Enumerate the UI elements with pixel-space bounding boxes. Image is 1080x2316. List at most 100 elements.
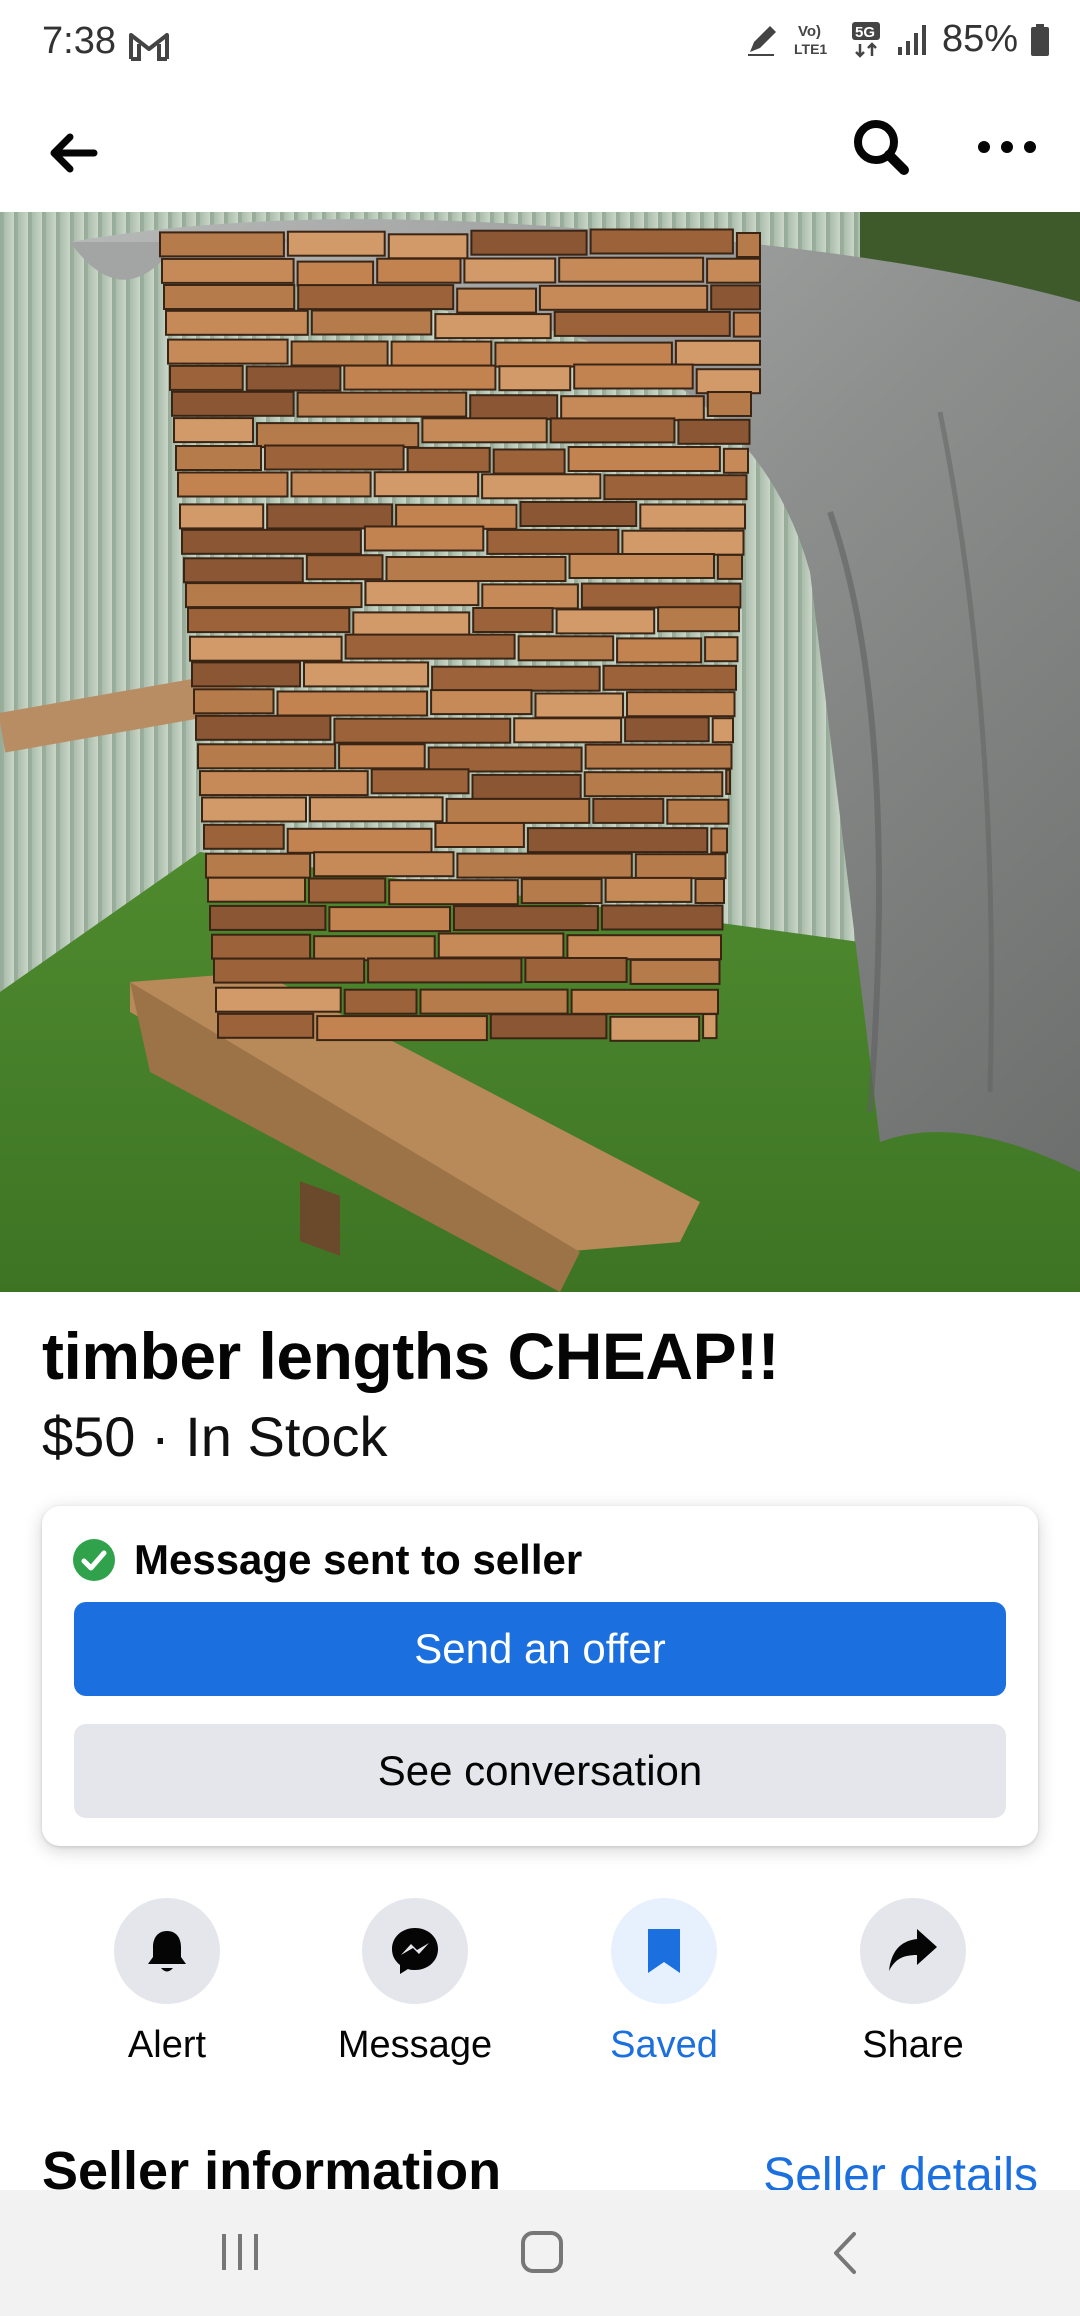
timber-board <box>195 714 332 741</box>
timber-board <box>560 395 705 422</box>
timber-board <box>209 904 327 931</box>
timber-board <box>181 528 362 555</box>
alert-action[interactable]: Alert <box>57 1898 277 2067</box>
timber-board <box>363 525 485 552</box>
alert-button[interactable] <box>114 1898 220 2004</box>
timber-board <box>558 256 705 283</box>
timber-board <box>177 471 289 498</box>
timber-board <box>725 768 732 795</box>
timber-board <box>169 364 244 391</box>
timber-board <box>215 986 342 1013</box>
timber-board <box>471 773 582 800</box>
timber-board <box>193 688 275 715</box>
timber-board <box>694 878 725 904</box>
timber-board <box>427 746 583 773</box>
timber-board <box>373 471 480 498</box>
timber-board <box>165 309 309 336</box>
share-action[interactable]: Share <box>803 1898 1023 2067</box>
timber-board <box>626 691 736 718</box>
timber-board <box>456 852 633 879</box>
home-icon[interactable] <box>520 2230 564 2274</box>
timber-board <box>568 553 715 579</box>
timber-board <box>313 851 455 878</box>
timber-board <box>376 257 462 284</box>
timber-board <box>213 957 366 984</box>
timber-board <box>352 611 471 638</box>
timber-board <box>735 232 762 258</box>
svg-text:Vo): Vo) <box>798 23 821 40</box>
timber-board <box>437 932 565 959</box>
bookmark-icon <box>648 1929 680 1973</box>
timber-board <box>344 633 516 660</box>
timber-board <box>609 1015 701 1042</box>
timber-board <box>583 771 724 798</box>
timber-board <box>185 582 363 609</box>
timber-board <box>431 665 601 692</box>
timber-board <box>313 935 436 962</box>
recent-apps-icon[interactable] <box>218 2232 262 2272</box>
timber-board <box>517 635 615 662</box>
timber-board <box>316 1015 488 1042</box>
share-button[interactable] <box>860 1898 966 2004</box>
volte-icon: Vo) LTE1 <box>794 23 827 57</box>
timber-board <box>167 338 289 365</box>
see-conversation-button[interactable]: See conversation <box>74 1724 1006 1818</box>
timber-board <box>264 444 405 471</box>
timber-board <box>189 635 343 662</box>
timber-board <box>567 446 721 472</box>
timber-board <box>498 365 572 392</box>
timber-board <box>211 933 312 960</box>
check-circle-icon <box>73 1539 115 1581</box>
more-options-button[interactable] <box>972 114 1042 180</box>
signal-icon <box>897 24 926 55</box>
timber-board <box>566 934 723 961</box>
timber-board <box>573 363 694 390</box>
saved-label: Saved <box>610 2024 718 2066</box>
timber-board <box>481 473 602 500</box>
listing-price: $50 · In Stock <box>42 1405 388 1468</box>
timber-board <box>308 877 387 904</box>
search-icon <box>854 120 909 175</box>
timber-board <box>710 284 762 311</box>
gmail-icon <box>129 33 169 61</box>
message-sent-text: Message sent to seller <box>134 1536 583 1583</box>
message-status-card: Message sent to seller Send an offer See… <box>42 1506 1038 1846</box>
pen-icon <box>747 25 776 56</box>
5g-icon: 5G <box>851 21 880 58</box>
status-icons: Vo) LTE1 5G 85% <box>744 18 1050 61</box>
timber-board <box>469 394 559 421</box>
timber-board <box>286 827 433 854</box>
timber-board <box>367 957 523 984</box>
timber-board <box>519 501 638 527</box>
timber-board <box>695 368 762 395</box>
search-button[interactable] <box>848 114 914 180</box>
timber-board <box>205 852 312 879</box>
timber-board <box>706 391 752 417</box>
timber-board <box>580 582 742 609</box>
timber-board <box>716 553 744 580</box>
timber-board <box>266 503 394 530</box>
timber-board <box>538 284 709 311</box>
back-button[interactable] <box>40 120 106 186</box>
timber-board <box>430 689 533 716</box>
timber-board <box>553 310 731 337</box>
timber-board <box>201 796 307 823</box>
timber-board <box>453 905 599 932</box>
system-back-icon[interactable] <box>830 2230 860 2276</box>
message-button[interactable] <box>362 1898 468 2004</box>
timber-board <box>338 743 426 770</box>
svg-text:LTE1: LTE1 <box>794 41 827 57</box>
timber-board <box>290 340 389 367</box>
saved-button[interactable] <box>611 1898 717 2004</box>
timber-stack-photo <box>0 212 1080 1292</box>
timber-board <box>470 229 588 256</box>
timber-board <box>549 417 676 444</box>
saved-action[interactable]: Saved <box>554 1898 774 2067</box>
message-action[interactable]: Message <box>305 1898 525 2067</box>
action-row: Alert Message Saved Share <box>0 1898 1080 2078</box>
timber-board <box>674 339 762 366</box>
send-offer-button[interactable]: Send an offer <box>74 1602 1006 1696</box>
timber-board <box>286 230 386 257</box>
listing-photo[interactable] <box>0 212 1080 1292</box>
timber-board <box>296 391 468 418</box>
